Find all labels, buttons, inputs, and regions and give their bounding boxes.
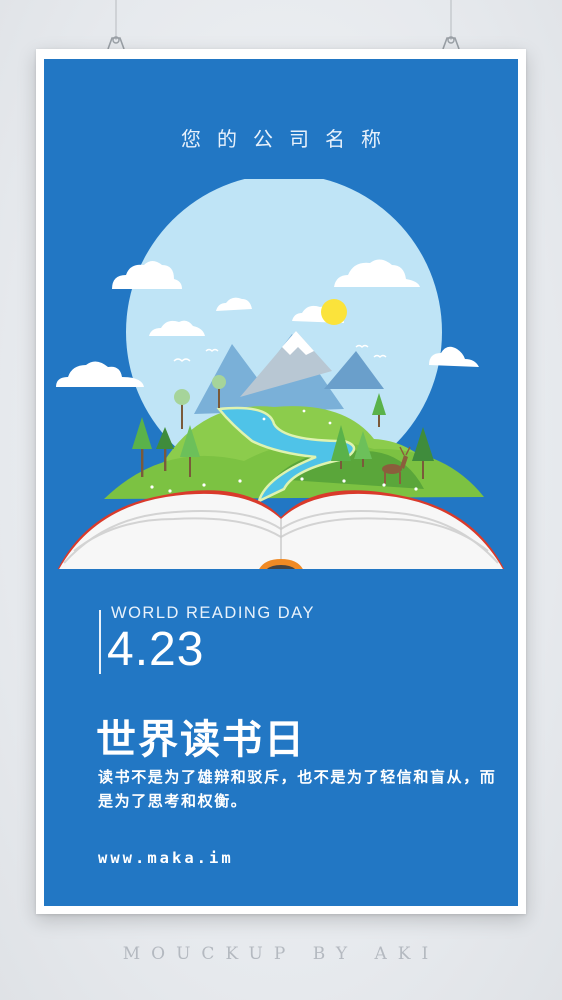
quote-text: 读书不是为了雄辩和驳斥，也不是为了轻信和盲从，而是为了思考和权衡。 [98, 768, 497, 810]
website-link[interactable]: www.maka.im [98, 849, 234, 867]
poster-frame: 您的公司名称 WORLD READING DAY 4.23 世界读书日 读书不是… [36, 49, 526, 914]
date-divider [99, 610, 101, 674]
event-title-en: WORLD READING DAY [111, 604, 315, 622]
mockup-watermark: MOUCKUP BY AKI [122, 944, 440, 964]
sun-icon [321, 299, 347, 325]
event-date: 4.23 [107, 623, 205, 676]
poster: 您的公司名称 WORLD READING DAY 4.23 世界读书日 读书不是… [44, 59, 518, 906]
open-book-illustration [56, 179, 505, 569]
open-book-icon [57, 490, 505, 569]
event-title-cn: 世界读书日 [96, 717, 306, 763]
company-name: 您的公司名称 [181, 127, 397, 151]
